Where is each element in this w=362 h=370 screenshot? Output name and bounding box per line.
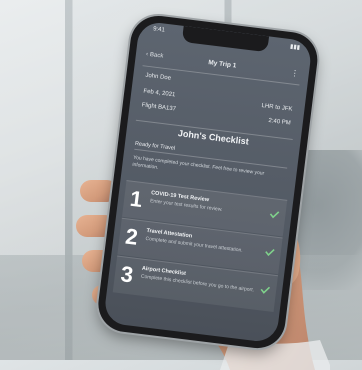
step-description: Complete and submit your travel attestat… xyxy=(145,235,243,254)
phone: 9:41 ▮▮▮ ‹ Back My Trip 1 ⋮ John Doe Feb… xyxy=(76,1,355,363)
step-number: 2 xyxy=(124,223,140,250)
status-time: 9:41 xyxy=(152,26,166,34)
phone-notch xyxy=(181,25,270,53)
step-description: Complete this checklist before you go to… xyxy=(140,273,255,294)
more-menu-icon[interactable]: ⋮ xyxy=(290,68,299,78)
step-number: 3 xyxy=(119,261,135,288)
trip-date: Feb 4, 2021 xyxy=(143,88,176,99)
phone-body: 9:41 ▮▮▮ ‹ Back My Trip 1 ⋮ John Doe Feb… xyxy=(95,12,321,352)
flight-time: 2:40 PM xyxy=(268,117,291,127)
flight-number: Flight BA137 xyxy=(141,102,177,113)
step-number: 1 xyxy=(128,185,144,213)
status-icons: ▮▮▮ xyxy=(289,44,301,52)
checkmark-icon xyxy=(269,211,280,219)
checkmark-icon xyxy=(265,249,275,257)
checkmark-icon xyxy=(260,286,271,294)
phone-screen: 9:41 ▮▮▮ ‹ Back My Trip 1 ⋮ John Doe Feb… xyxy=(103,20,313,344)
traveler-name: John Doe xyxy=(145,72,172,82)
trip-route: LHR to JFK xyxy=(261,103,293,113)
